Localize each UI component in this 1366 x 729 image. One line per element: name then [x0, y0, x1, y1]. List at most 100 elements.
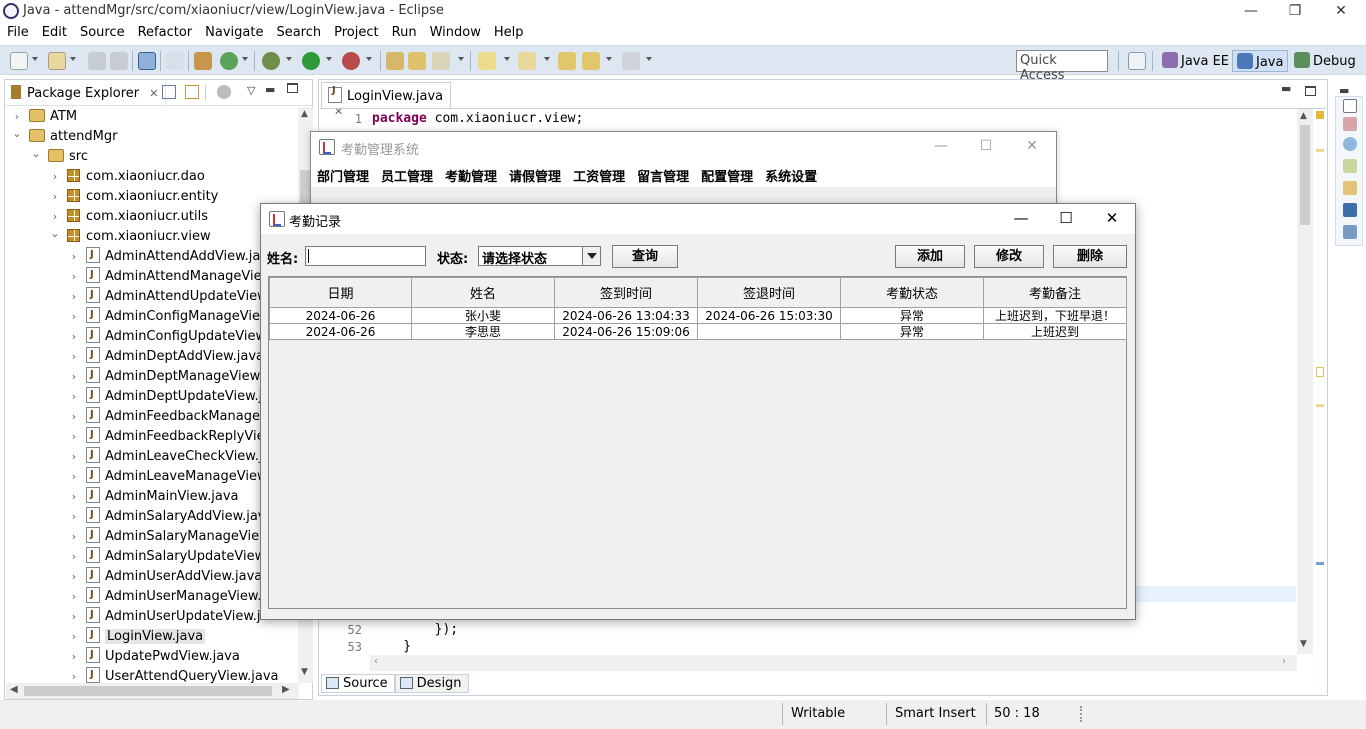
next-annotation-icon[interactable]: [478, 52, 496, 70]
restore-window-button[interactable]: ❐: [1272, 0, 1318, 22]
perspective-java-ee[interactable]: Java EE: [1158, 50, 1233, 72]
menu-search[interactable]: Search: [269, 22, 327, 40]
table-cell[interactable]: 上班迟到: [983, 323, 1127, 340]
add-button[interactable]: 添加: [895, 245, 965, 268]
table-cell[interactable]: 异常: [840, 307, 984, 324]
tree-item[interactable]: › AdminUserUpdateView.jav: [68, 605, 276, 627]
scroll-down-icon[interactable]: ▼: [1300, 639, 1307, 649]
tree-item[interactable]: › AdminConfigUpdateView.ja: [68, 325, 281, 347]
tree-item[interactable]: › AdminFeedbackReplyView.: [68, 425, 278, 447]
swing-main-maximize-button[interactable]: ☐: [966, 138, 1006, 154]
editor-tab-loginview[interactable]: LoginView.java ✕: [321, 82, 451, 118]
table-row[interactable]: 2024-06-26 李思思 2024-06-26 15:09:06 异常 上班迟到: [269, 323, 1127, 340]
debug-icon[interactable]: [262, 52, 280, 70]
view-menu-icon[interactable]: ▽: [247, 84, 255, 97]
editor-horizontal-scrollbar[interactable]: ‹ ›: [370, 655, 1297, 671]
chevron-down-icon[interactable]: [582, 247, 600, 265]
new-project-icon[interactable]: [48, 52, 66, 70]
back-dropdown-icon[interactable]: [606, 57, 612, 61]
restore-icon[interactable]: [1343, 99, 1357, 113]
tree-item[interactable]: › UpdatePwdView.java: [68, 645, 240, 667]
warning-marker-icon[interactable]: [1316, 111, 1324, 119]
table-cell[interactable]: 2024-06-26 13:04:33: [554, 307, 698, 324]
ruler-marker[interactable]: [1316, 404, 1324, 407]
scroll-thumb[interactable]: [24, 686, 272, 696]
package-tree-horizontal-scrollbar[interactable]: ◀ ▶: [6, 683, 299, 699]
refresh-icon[interactable]: [220, 52, 238, 70]
quick-access-input[interactable]: Quick Access: [1016, 50, 1108, 83]
prev-annotation-dropdown-icon[interactable]: [544, 57, 550, 61]
scroll-thumb[interactable]: [1300, 125, 1310, 225]
menu-navigate[interactable]: Navigate: [198, 22, 269, 40]
run-icon[interactable]: [302, 52, 320, 70]
expanded-chevron-icon[interactable]: ⌄: [30, 144, 42, 164]
table-cell[interactable]: [697, 323, 841, 340]
table-cell[interactable]: 李思思: [411, 323, 555, 340]
collapsed-chevron-icon[interactable]: ›: [68, 307, 80, 327]
new-project-dropdown-icon[interactable]: [70, 57, 76, 61]
collapsed-chevron-icon[interactable]: ›: [68, 427, 80, 447]
collapsed-chevron-icon[interactable]: ›: [68, 607, 80, 627]
collapsed-chevron-icon[interactable]: ›: [68, 487, 80, 507]
collapsed-chevron-icon[interactable]: ›: [68, 247, 80, 267]
expanded-chevron-icon[interactable]: ⌄: [11, 124, 23, 144]
delete-button[interactable]: 删除: [1053, 245, 1127, 268]
collapsed-chevron-icon[interactable]: ›: [68, 407, 80, 427]
tree-item[interactable]: › AdminSalaryAddView.java: [68, 505, 274, 527]
collapsed-chevron-icon[interactable]: ›: [68, 387, 80, 407]
menu-message-manage[interactable]: 留言管理: [631, 163, 695, 185]
table-cell[interactable]: 张小斐: [411, 307, 555, 324]
tree-item[interactable]: › UserAttendQueryView.java: [68, 665, 279, 683]
dialog-minimize-button[interactable]: —: [999, 209, 1043, 227]
column-header[interactable]: 日期: [269, 277, 412, 308]
tree-item[interactable]: › AdminConfigManageView.ja: [68, 305, 285, 327]
tree-item[interactable]: › com.xiaoniucr.entity: [49, 187, 218, 207]
problems-icon[interactable]: [1343, 225, 1357, 239]
minimize-view-icon[interactable]: ▬: [265, 83, 275, 96]
menu-salary-manage[interactable]: 工资管理: [567, 163, 631, 185]
scroll-right-icon[interactable]: ›: [1282, 656, 1286, 667]
menu-dept-manage[interactable]: 部门管理: [311, 163, 375, 185]
table-row[interactable]: 2024-06-26 张小斐 2024-06-26 13:04:33 2024-06-…: [269, 307, 1127, 324]
tree-item[interactable]: › com.xiaoniucr.utils: [49, 207, 208, 227]
ruler-marker[interactable]: [1316, 367, 1324, 377]
table-cell[interactable]: 异常: [840, 323, 984, 340]
open-folder-icon[interactable]: [408, 52, 426, 70]
perspective-java[interactable]: Java: [1232, 50, 1289, 72]
table-cell[interactable]: 2024-06-26: [269, 323, 412, 340]
forward-dropdown-icon[interactable]: [646, 57, 652, 61]
tree-item[interactable]: › AdminUserManageView.jav: [68, 585, 281, 607]
dialog-close-button[interactable]: ✕: [1090, 209, 1134, 227]
open-type-icon[interactable]: [386, 52, 404, 70]
package-explorer-tab[interactable]: Package Explorer ✕: [5, 82, 166, 106]
maximize-view-icon[interactable]: [287, 83, 298, 93]
collapsed-chevron-icon[interactable]: ›: [68, 367, 80, 387]
source-tab[interactable]: Source: [321, 674, 395, 693]
collapsed-chevron-icon[interactable]: ›: [68, 327, 80, 347]
prev-annotation-icon[interactable]: [518, 52, 536, 70]
new-dropdown-icon[interactable]: [32, 57, 38, 61]
table-cell[interactable]: 2024-06-26 15:03:30: [697, 307, 841, 324]
collapsed-chevron-icon[interactable]: ›: [68, 527, 80, 547]
swing-main-minimize-button[interactable]: —: [921, 138, 961, 154]
close-window-button[interactable]: ✕: [1318, 0, 1364, 22]
tree-item[interactable]: › AdminDeptManageView.jav: [68, 365, 283, 387]
table-cell[interactable]: 2024-06-26: [269, 307, 412, 324]
dialog-maximize-button[interactable]: ☐: [1044, 209, 1088, 227]
save-icon[interactable]: [88, 52, 106, 70]
close-tab-icon[interactable]: ✕: [149, 87, 158, 100]
menu-project[interactable]: Project: [327, 22, 384, 40]
tree-item[interactable]: › AdminFeedbackManageVie: [68, 405, 280, 427]
tree-item[interactable]: ⌄ com.xiaoniucr.view: [49, 227, 210, 247]
menu-source[interactable]: Source: [73, 22, 131, 40]
column-header[interactable]: 考勤状态: [840, 277, 984, 308]
collapsed-chevron-icon[interactable]: ›: [68, 587, 80, 607]
collapsed-chevron-icon[interactable]: ›: [68, 547, 80, 567]
tree-item[interactable]: › AdminAttendUpdateView.ja: [68, 285, 282, 307]
tree-item[interactable]: ›AdminAttendManageView.ja: [68, 265, 287, 287]
minimize-window-button[interactable]: —: [1228, 0, 1274, 22]
swing-main-close-button[interactable]: ✕: [1012, 138, 1052, 154]
link-with-editor-icon[interactable]: [185, 85, 199, 99]
scroll-up-icon[interactable]: ▲: [1300, 111, 1307, 121]
ruler-marker[interactable]: [1316, 149, 1324, 152]
